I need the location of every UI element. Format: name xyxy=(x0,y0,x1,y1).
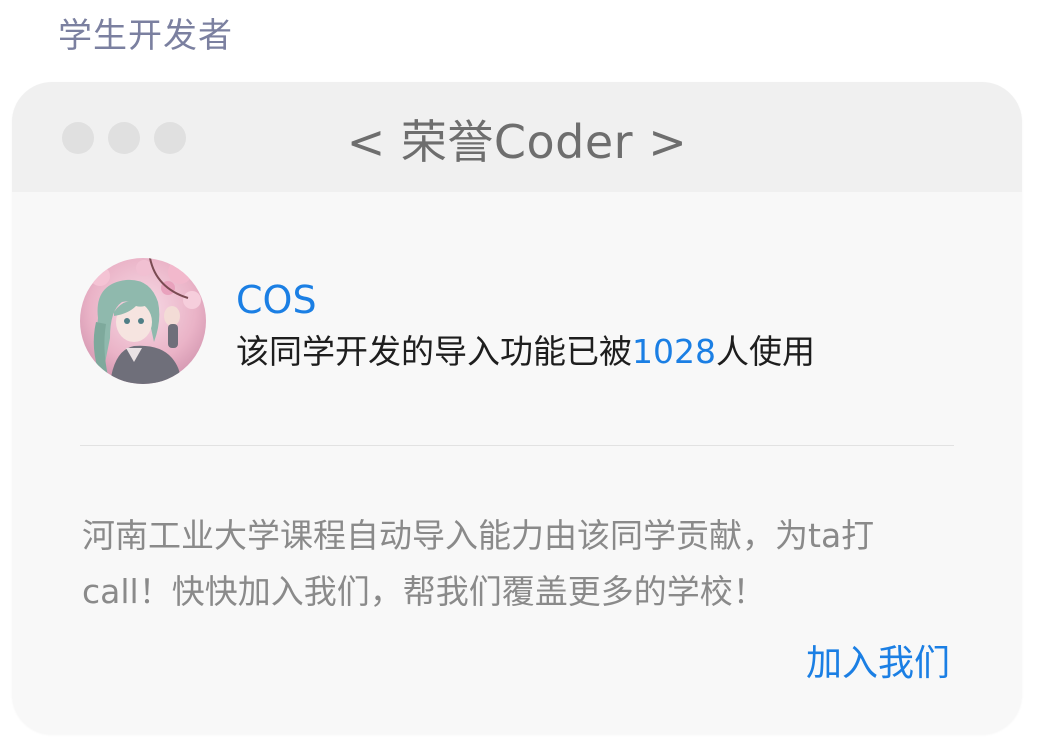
section-title: 学生开发者 xyxy=(58,16,233,56)
honor-coder-card: < 荣誉Coder > COS 该同学开发的导入功能已被1028人使用 河南工业… xyxy=(12,82,1022,734)
developer-usage-stat: 该同学开发的导入功能已被1028人使用 xyxy=(236,325,815,373)
usage-suffix: 人使用 xyxy=(715,332,815,371)
usage-prefix: 该同学开发的导入功能已被 xyxy=(236,332,632,371)
card-title: < 荣誉Coder > xyxy=(346,115,688,169)
developer-avatar xyxy=(80,258,206,384)
join-us-link[interactable]: 加入我们 xyxy=(806,634,950,686)
card-header: < 荣誉Coder > xyxy=(12,82,1022,192)
usage-count: 1028 xyxy=(632,332,716,371)
contribution-description: 河南工业大学课程自动导入能力由该同学贡献，为ta打call！快快加入我们，帮我们… xyxy=(82,516,875,611)
divider xyxy=(80,445,954,446)
developer-name: COS xyxy=(236,278,317,322)
